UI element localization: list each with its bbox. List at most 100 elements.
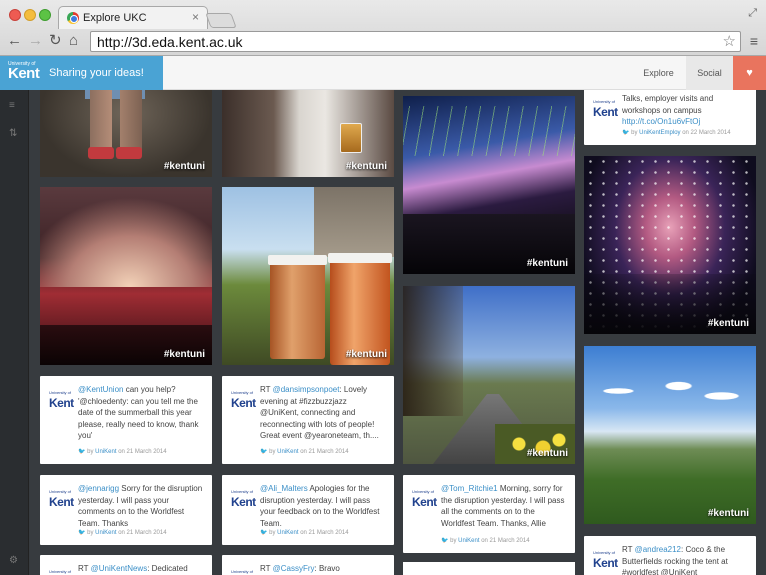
photo-card[interactable]: #kentuni <box>40 187 212 365</box>
tweet-mention-link[interactable]: @jennarigg <box>78 484 119 493</box>
tweet-meta: 🐦 by UniKent on 21 March 2014 <box>78 530 167 536</box>
twitter-bird-icon: 🐦 <box>260 530 268 536</box>
twitter-bird-icon: 🐦 <box>78 449 86 455</box>
left-sidebar: ≡ ⇅ ⚙ <box>0 90 29 575</box>
list-menu-icon[interactable]: ≡ <box>9 100 15 111</box>
photo-card[interactable]: #kentuni <box>403 286 575 464</box>
tweet-mention-link[interactable]: @KentUnion <box>78 385 123 394</box>
hashtag-label: #kentuni <box>163 349 205 360</box>
hashtag-label: #kentuni <box>526 258 568 269</box>
kent-logo: University ofKent <box>231 390 256 410</box>
kent-logo: University ofKent <box>593 550 618 570</box>
tweet-mention-link[interactable]: @Tom_Ritchie1 <box>441 484 498 493</box>
star-icon[interactable]: ☆ <box>723 32 736 50</box>
hashtag-label: #kentuni <box>707 508 749 519</box>
twitter-bird-icon: 🐦 <box>260 449 268 455</box>
tweet-card[interactable]: University of Kent @Ali_Malters Apologies… <box>222 475 394 545</box>
hashtag-label: #kentuni <box>345 349 387 360</box>
tweet-text: @jennarigg Sorry for the disruption yest… <box>78 484 203 528</box>
heart-icon[interactable]: ♥ <box>733 56 766 90</box>
tweet-card[interactable] <box>403 562 575 575</box>
author-link[interactable]: UniKent <box>95 449 116 455</box>
tweet-card[interactable]: University of Kent @jennarigg Sorry for t… <box>40 475 212 545</box>
tweet-card[interactable]: University of Kent Talks, employer visits… <box>584 90 756 145</box>
tweet-meta: 🐦 by UniKent on 21 March 2014 <box>260 530 349 536</box>
kent-logo: University ofKent <box>49 489 74 509</box>
tab-title: Explore UKC <box>83 12 147 24</box>
kent-logo: University ofKent <box>593 99 618 119</box>
chrome-favicon-icon <box>67 12 79 24</box>
tweet-text: Talks, employer visits and workshops on … <box>622 94 714 126</box>
tweet-text: RT @CassyFry: Bravo @yearoneteam <box>260 564 340 573</box>
tweet-card[interactable]: University of Kent @Tom_Ritchie1 Morning,… <box>403 475 575 553</box>
photo-card[interactable]: #kentuni <box>222 187 394 365</box>
tweet-text: RT @dansimpsonpoet: Lovely evening at #f… <box>260 385 379 440</box>
kent-logo: University ofKent <box>231 489 256 509</box>
photo-card[interactable]: #kentuni <box>40 90 212 177</box>
tweet-text: @KentUnion can you help? '@chloedenty: c… <box>78 385 199 440</box>
tweet-meta: 🐦 by UniKent on 21 March 2014 <box>441 538 530 544</box>
tweet-card[interactable]: University ofKent RT @UniKentNews: Dedic… <box>40 555 212 575</box>
tweet-text: RT @andrea212: Coco & the Butterfields r… <box>622 545 728 575</box>
tweet-text: @Ali_Malters Apologies for the disruptio… <box>260 484 380 528</box>
kent-logo[interactable]: University of Kent <box>8 61 40 81</box>
tweet-meta: 🐦 by UniKentEmploy on 22 March 2014 <box>622 130 731 136</box>
hashtag-label: #kentuni <box>526 448 568 459</box>
twitter-bird-icon: 🐦 <box>622 130 630 136</box>
tweet-card[interactable]: University of Kent RT @dansimpsonpoet: Lo… <box>222 376 394 464</box>
photo-card[interactable]: #kentuni <box>222 90 394 177</box>
tweet-mention-link[interactable]: @CassyFry <box>273 564 315 573</box>
author-link[interactable]: UniKent <box>277 530 298 536</box>
forward-icon[interactable]: → <box>28 33 43 49</box>
author-link[interactable]: UniKent <box>277 449 298 455</box>
new-tab-button[interactable] <box>205 13 237 28</box>
address-bar[interactable]: http://3d.eda.kent.ac.uk ☆ <box>90 31 741 52</box>
browser-tab[interactable]: Explore UKC × <box>58 6 208 29</box>
tweet-meta: 🐦 by UniKent on 21 March 2014 <box>78 449 167 455</box>
reload-icon[interactable]: ↻ <box>49 33 62 49</box>
tab-close-icon[interactable]: × <box>192 10 199 24</box>
brand-bar: University of Kent Sharing your ideas! <box>0 56 163 90</box>
author-link[interactable]: UniKent <box>458 538 479 544</box>
settings-icon[interactable]: ⚙ <box>9 555 18 566</box>
photo-card[interactable]: #kentuni <box>584 346 756 524</box>
hashtag-label: #kentuni <box>707 318 749 329</box>
kent-logo: University ofKent <box>49 569 72 574</box>
tweet-card[interactable]: University of Kent RT @andrea212: Coco & … <box>584 536 756 575</box>
tweet-text: RT @UniKentNews: Dedicated <box>78 564 188 573</box>
kent-logo: University ofKent <box>412 489 437 509</box>
tweet-mention-link[interactable]: @Ali_Malters <box>260 484 308 493</box>
tagline: Sharing your ideas! <box>49 67 144 79</box>
nav-explore[interactable]: Explore <box>631 56 686 90</box>
author-link[interactable]: UniKentEmploy <box>639 130 680 136</box>
kent-logo: University ofKent <box>49 390 74 410</box>
author-link[interactable]: UniKent <box>95 530 116 536</box>
browser-chrome: Explore UKC × ⤢ ← → ↻ ⌂ http://3d.eda.ke… <box>0 0 766 56</box>
sort-icon[interactable]: ⇅ <box>9 128 17 139</box>
tweet-mention-link[interactable]: @dansimpsonpoet <box>273 385 340 394</box>
tweet-text: @Tom_Ritchie1 Morning, sorry for the dis… <box>441 484 565 528</box>
photo-card[interactable]: #kentuni <box>403 96 575 274</box>
kent-logo: University ofKent <box>231 569 254 574</box>
twitter-bird-icon: 🐦 <box>78 530 86 536</box>
tweet-meta: 🐦 by UniKent on 21 March 2014 <box>260 449 349 455</box>
tweet-mention-link[interactable]: @andrea212 <box>635 545 681 554</box>
close-window-button[interactable] <box>9 9 21 21</box>
minimize-window-button[interactable] <box>24 9 36 21</box>
tweet-url-link[interactable]: http://t.co/On1u6vFtOj <box>622 117 700 126</box>
menu-icon[interactable]: ≡ <box>750 33 758 49</box>
site-header: University of Kent Sharing your ideas! E… <box>0 56 766 90</box>
hashtag-label: #kentuni <box>163 161 205 172</box>
tweet-card[interactable]: University ofKent RT @CassyFry: Bravo @y… <box>222 555 394 575</box>
nav-social[interactable]: Social <box>686 56 733 90</box>
hashtag-label: #kentuni <box>345 161 387 172</box>
tweet-card[interactable]: University of Kent @KentUnion can you hel… <box>40 376 212 464</box>
back-icon[interactable]: ← <box>7 33 22 49</box>
photo-card[interactable]: #kentuni <box>584 156 756 334</box>
zoom-window-button[interactable] <box>39 9 51 21</box>
social-feed: #kentuni #kentuni University of Kent @Ken… <box>29 90 766 575</box>
tweet-mention-link[interactable]: @UniKentNews <box>91 564 148 573</box>
home-icon[interactable]: ⌂ <box>69 33 78 49</box>
fullscreen-icon[interactable]: ⤢ <box>748 7 757 20</box>
url-text[interactable]: http://3d.eda.kent.ac.uk <box>97 34 243 50</box>
